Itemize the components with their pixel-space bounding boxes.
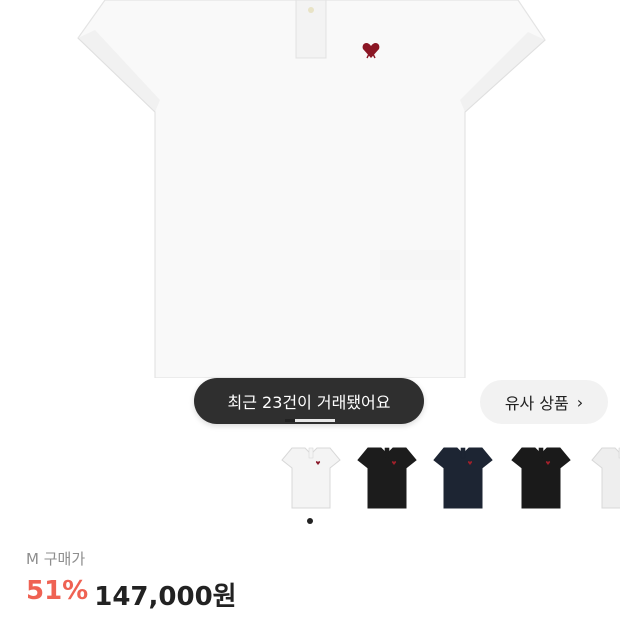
gallery-progress-fill: [285, 419, 295, 422]
color-thumbnail-black[interactable]: [356, 444, 418, 510]
similar-products-button[interactable]: 유사 상품 ›: [480, 380, 608, 424]
price-type-label: 구매가: [43, 550, 86, 568]
color-thumbnail-white[interactable]: [280, 444, 342, 510]
discount-rate: 51%: [26, 576, 89, 606]
color-thumbnail-black-2[interactable]: [510, 444, 572, 510]
color-thumbnail-navy[interactable]: [432, 444, 494, 510]
product-image[interactable]: [0, 0, 620, 378]
toast-text: 최근 23건이 거래됐어요: [227, 393, 391, 412]
recent-trades-toast: 최근 23건이 거래됐어요: [194, 378, 424, 424]
color-thumbnail-white-2[interactable]: [590, 444, 620, 510]
similar-products-label: 유사 상품: [504, 394, 569, 413]
size-price-label: M 구매가: [26, 548, 85, 569]
chevron-right-icon: ›: [576, 392, 584, 412]
shirt-image: [77, 0, 546, 378]
purchase-price: 147,000원: [94, 582, 237, 612]
price-row: 51% 147,000원: [26, 576, 237, 613]
thumbnail-indicator-dot: [307, 518, 313, 524]
gallery-progress-bar: [285, 419, 335, 422]
size-label: M: [26, 550, 39, 568]
